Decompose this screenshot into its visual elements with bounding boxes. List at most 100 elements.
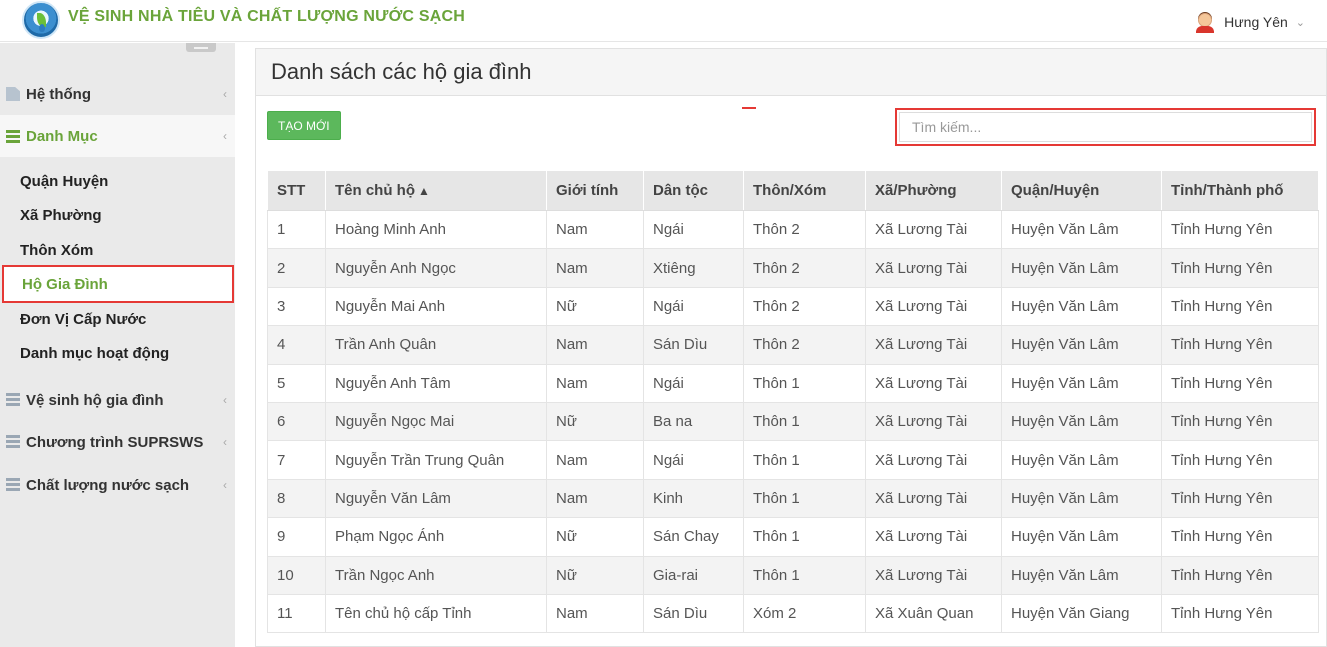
document-icon (6, 87, 20, 101)
cell-ten-chu-ho: Nguyễn Anh Tâm (325, 363, 547, 403)
table-row[interactable]: 10 Trần Ngọc Anh Nữ Gia-rai Thôn 1 Xã Lương T… (267, 555, 1319, 595)
cell-thon-xom: Thôn 2 (743, 286, 866, 327)
cell-quan-huyen: Huyện Văn Lâm (1001, 401, 1162, 442)
avatar-icon[interactable] (1194, 11, 1216, 33)
cell-dan-toc: Ngái (643, 209, 744, 250)
table-row[interactable]: 9 Phạm Ngọc Ánh Nữ Sán Chay Thôn 1 Xã Lương T… (267, 517, 1319, 557)
sidebar-group-ve-sinh-ho-gia-dinh[interactable]: Vệ sinh hộ gia đình ‹ (0, 380, 235, 420)
sidebar-item-don-vi-cap-nuoc[interactable]: Đơn Vị Cấp Nước (0, 302, 235, 336)
sidebar-toggle-button[interactable] (186, 43, 216, 52)
sidebar-group-chuong-trinh-suprsws[interactable]: Chương trình SUPRSWS ‹ (0, 422, 235, 462)
cell-ten-chu-ho: Nguyễn Ngọc Mai (325, 401, 547, 442)
chevron-down-icon[interactable]: ⌄ (1296, 16, 1305, 29)
cell-thon-xom: Thôn 1 (743, 401, 866, 442)
table-row[interactable]: 3 Nguyễn Mai Anh Nữ Ngái Thôn 2 Xã Lương Tài H… (267, 286, 1319, 327)
table-row[interactable]: 2 Nguyễn Anh Ngọc Nam Xtiêng Thôn 2 Xã Lương … (267, 248, 1319, 288)
cell-stt: 7 (267, 440, 326, 480)
highlight-mark (742, 107, 756, 109)
cell-gioi-tinh: Nữ (546, 517, 644, 557)
cell-tinh-thanh-pho: Tỉnh Hưng Yên (1161, 248, 1319, 288)
cell-dan-toc: Ngái (643, 286, 744, 327)
cell-thon-xom: Thôn 1 (743, 555, 866, 595)
cell-dan-toc: Sán Chay (643, 517, 744, 557)
sidebar-item-quan-huyen[interactable]: Quận Huyện (0, 164, 235, 198)
column-header-dan-toc[interactable]: Dân tộc (643, 170, 744, 211)
cell-dan-toc: Ngái (643, 363, 744, 403)
sort-ascending-icon[interactable]: ▲ (418, 184, 430, 198)
server-icon (6, 435, 20, 449)
cell-quan-huyen: Huyện Văn Lâm (1001, 517, 1162, 557)
cell-thon-xom: Thôn 2 (743, 248, 866, 288)
cell-gioi-tinh: Nam (546, 593, 644, 634)
cell-quan-huyen: Huyện Văn Lâm (1001, 555, 1162, 595)
cell-stt: 11 (267, 593, 326, 634)
column-header-thon-xom[interactable]: Thôn/Xóm (743, 170, 866, 211)
table-row[interactable]: 6 Nguyễn Ngọc Mai Nữ Ba na Thôn 1 Xã Lương Tà… (267, 401, 1319, 442)
column-header-stt[interactable]: STT (267, 170, 326, 211)
app-logo-icon[interactable] (22, 1, 60, 39)
sidebar-group-label: Vệ sinh hộ gia đình (26, 391, 164, 409)
sidebar-group-danh-muc[interactable]: Danh Mục ‹ (0, 115, 235, 157)
column-header-tinh-thanh-pho[interactable]: Tỉnh/Thành phố (1161, 170, 1319, 211)
panel-header: Danh sách các hộ gia đình (256, 49, 1326, 96)
cell-quan-huyen: Huyện Văn Lâm (1001, 209, 1162, 250)
sidebar-item-thon-xom[interactable]: Thôn Xóm (0, 233, 235, 267)
cell-dan-toc: Ba na (643, 401, 744, 442)
cell-xa-phuong: Xã Lương Tài (865, 325, 1002, 365)
cell-quan-huyen: Huyện Văn Lâm (1001, 248, 1162, 288)
create-button[interactable]: TẠO MỚI (267, 111, 341, 140)
cell-thon-xom: Thôn 2 (743, 209, 866, 250)
sidebar: Hệ thống ‹ Danh Mục ‹ Quận Huyện Xã Phườ… (0, 43, 235, 647)
cell-quan-huyen: Huyện Văn Giang (1001, 593, 1162, 634)
cell-ten-chu-ho: Phạm Ngọc Ánh (325, 517, 547, 557)
user-menu[interactable]: Hưng Yên ⌄ (1194, 10, 1305, 34)
cell-tinh-thanh-pho: Tỉnh Hưng Yên (1161, 555, 1319, 595)
cell-xa-phuong: Xã Lương Tài (865, 209, 1002, 250)
sidebar-group-chat-luong-nuoc-sach[interactable]: Chất lượng nước sạch ‹ (0, 465, 235, 505)
column-header-quan-huyen[interactable]: Quận/Huyện (1001, 170, 1162, 211)
search-input[interactable] (899, 112, 1312, 142)
cell-ten-chu-ho: Trần Anh Quân (325, 325, 547, 365)
cell-xa-phuong: Xã Lương Tài (865, 363, 1002, 403)
cell-stt: 8 (267, 478, 326, 519)
sidebar-item-danh-muc-hoat-dong[interactable]: Danh mục hoạt động (0, 336, 235, 370)
cell-ten-chu-ho: Hoàng Minh Anh (325, 209, 547, 250)
column-header-gioi-tinh[interactable]: Giới tính (546, 170, 644, 211)
user-name[interactable]: Hưng Yên (1224, 14, 1288, 30)
cell-gioi-tinh: Nam (546, 363, 644, 403)
cell-tinh-thanh-pho: Tỉnh Hưng Yên (1161, 286, 1319, 327)
column-header-ten-chu-ho[interactable]: Tên chủ hộ ▲ (325, 170, 547, 211)
list-icon (6, 129, 20, 143)
sidebar-item-xa-phuong[interactable]: Xã Phường (0, 198, 235, 232)
cell-gioi-tinh: Nữ (546, 286, 644, 327)
cell-gioi-tinh: Nam (546, 440, 644, 480)
app-title[interactable]: VỆ SINH NHÀ TIÊU VÀ CHẤT LƯỢNG NƯỚC SẠCH (68, 8, 465, 26)
cell-tinh-thanh-pho: Tỉnh Hưng Yên (1161, 478, 1319, 519)
table-row[interactable]: 1 Hoàng Minh Anh Nam Ngái Thôn 2 Xã Lương Tài… (267, 209, 1319, 250)
cell-dan-toc: Ngái (643, 440, 744, 480)
column-header-xa-phuong[interactable]: Xã/Phường (865, 170, 1002, 211)
cell-dan-toc: Gia-rai (643, 555, 744, 595)
sidebar-item-ho-gia-dinh[interactable]: Hộ Gia Đình (2, 265, 234, 303)
cell-tinh-thanh-pho: Tỉnh Hưng Yên (1161, 363, 1319, 403)
sidebar-group-he-thong[interactable]: Hệ thống ‹ (0, 74, 235, 114)
cell-tinh-thanh-pho: Tỉnh Hưng Yên (1161, 401, 1319, 442)
table-row[interactable]: 5 Nguyễn Anh Tâm Nam Ngái Thôn 1 Xã Lương Tài… (267, 363, 1319, 403)
table-row[interactable]: 8 Nguyễn Văn Lâm Nam Kinh Thôn 1 Xã Lương Tài… (267, 478, 1319, 519)
table-row[interactable]: 7 Nguyễn Trần Trung Quân Nam Ngái Thôn 1 Xã L… (267, 440, 1319, 480)
cell-thon-xom: Thôn 1 (743, 478, 866, 519)
main-panel: Danh sách các hộ gia đình TẠO MỚI STT Tê… (255, 48, 1327, 647)
cell-tinh-thanh-pho: Tỉnh Hưng Yên (1161, 593, 1319, 634)
cell-stt: 4 (267, 325, 326, 365)
cell-ten-chu-ho: Nguyễn Mai Anh (325, 286, 547, 327)
table-row[interactable]: 11 Tên chủ hộ cấp Tỉnh Nam Sán Dìu Xóm 2 Xã X… (267, 593, 1319, 634)
table-row[interactable]: 4 Trần Anh Quân Nam Sán Dìu Thôn 2 Xã Lương T… (267, 325, 1319, 365)
cell-xa-phuong: Xã Xuân Quan (865, 593, 1002, 634)
cell-dan-toc: Sán Dìu (643, 593, 744, 634)
sidebar-group-label: Chất lượng nước sạch (26, 476, 190, 494)
cell-tinh-thanh-pho: Tỉnh Hưng Yên (1161, 209, 1319, 250)
chevron-left-icon: ‹ (223, 129, 227, 143)
cell-gioi-tinh: Nam (546, 209, 644, 250)
cell-gioi-tinh: Nam (546, 478, 644, 519)
cell-gioi-tinh: Nữ (546, 401, 644, 442)
